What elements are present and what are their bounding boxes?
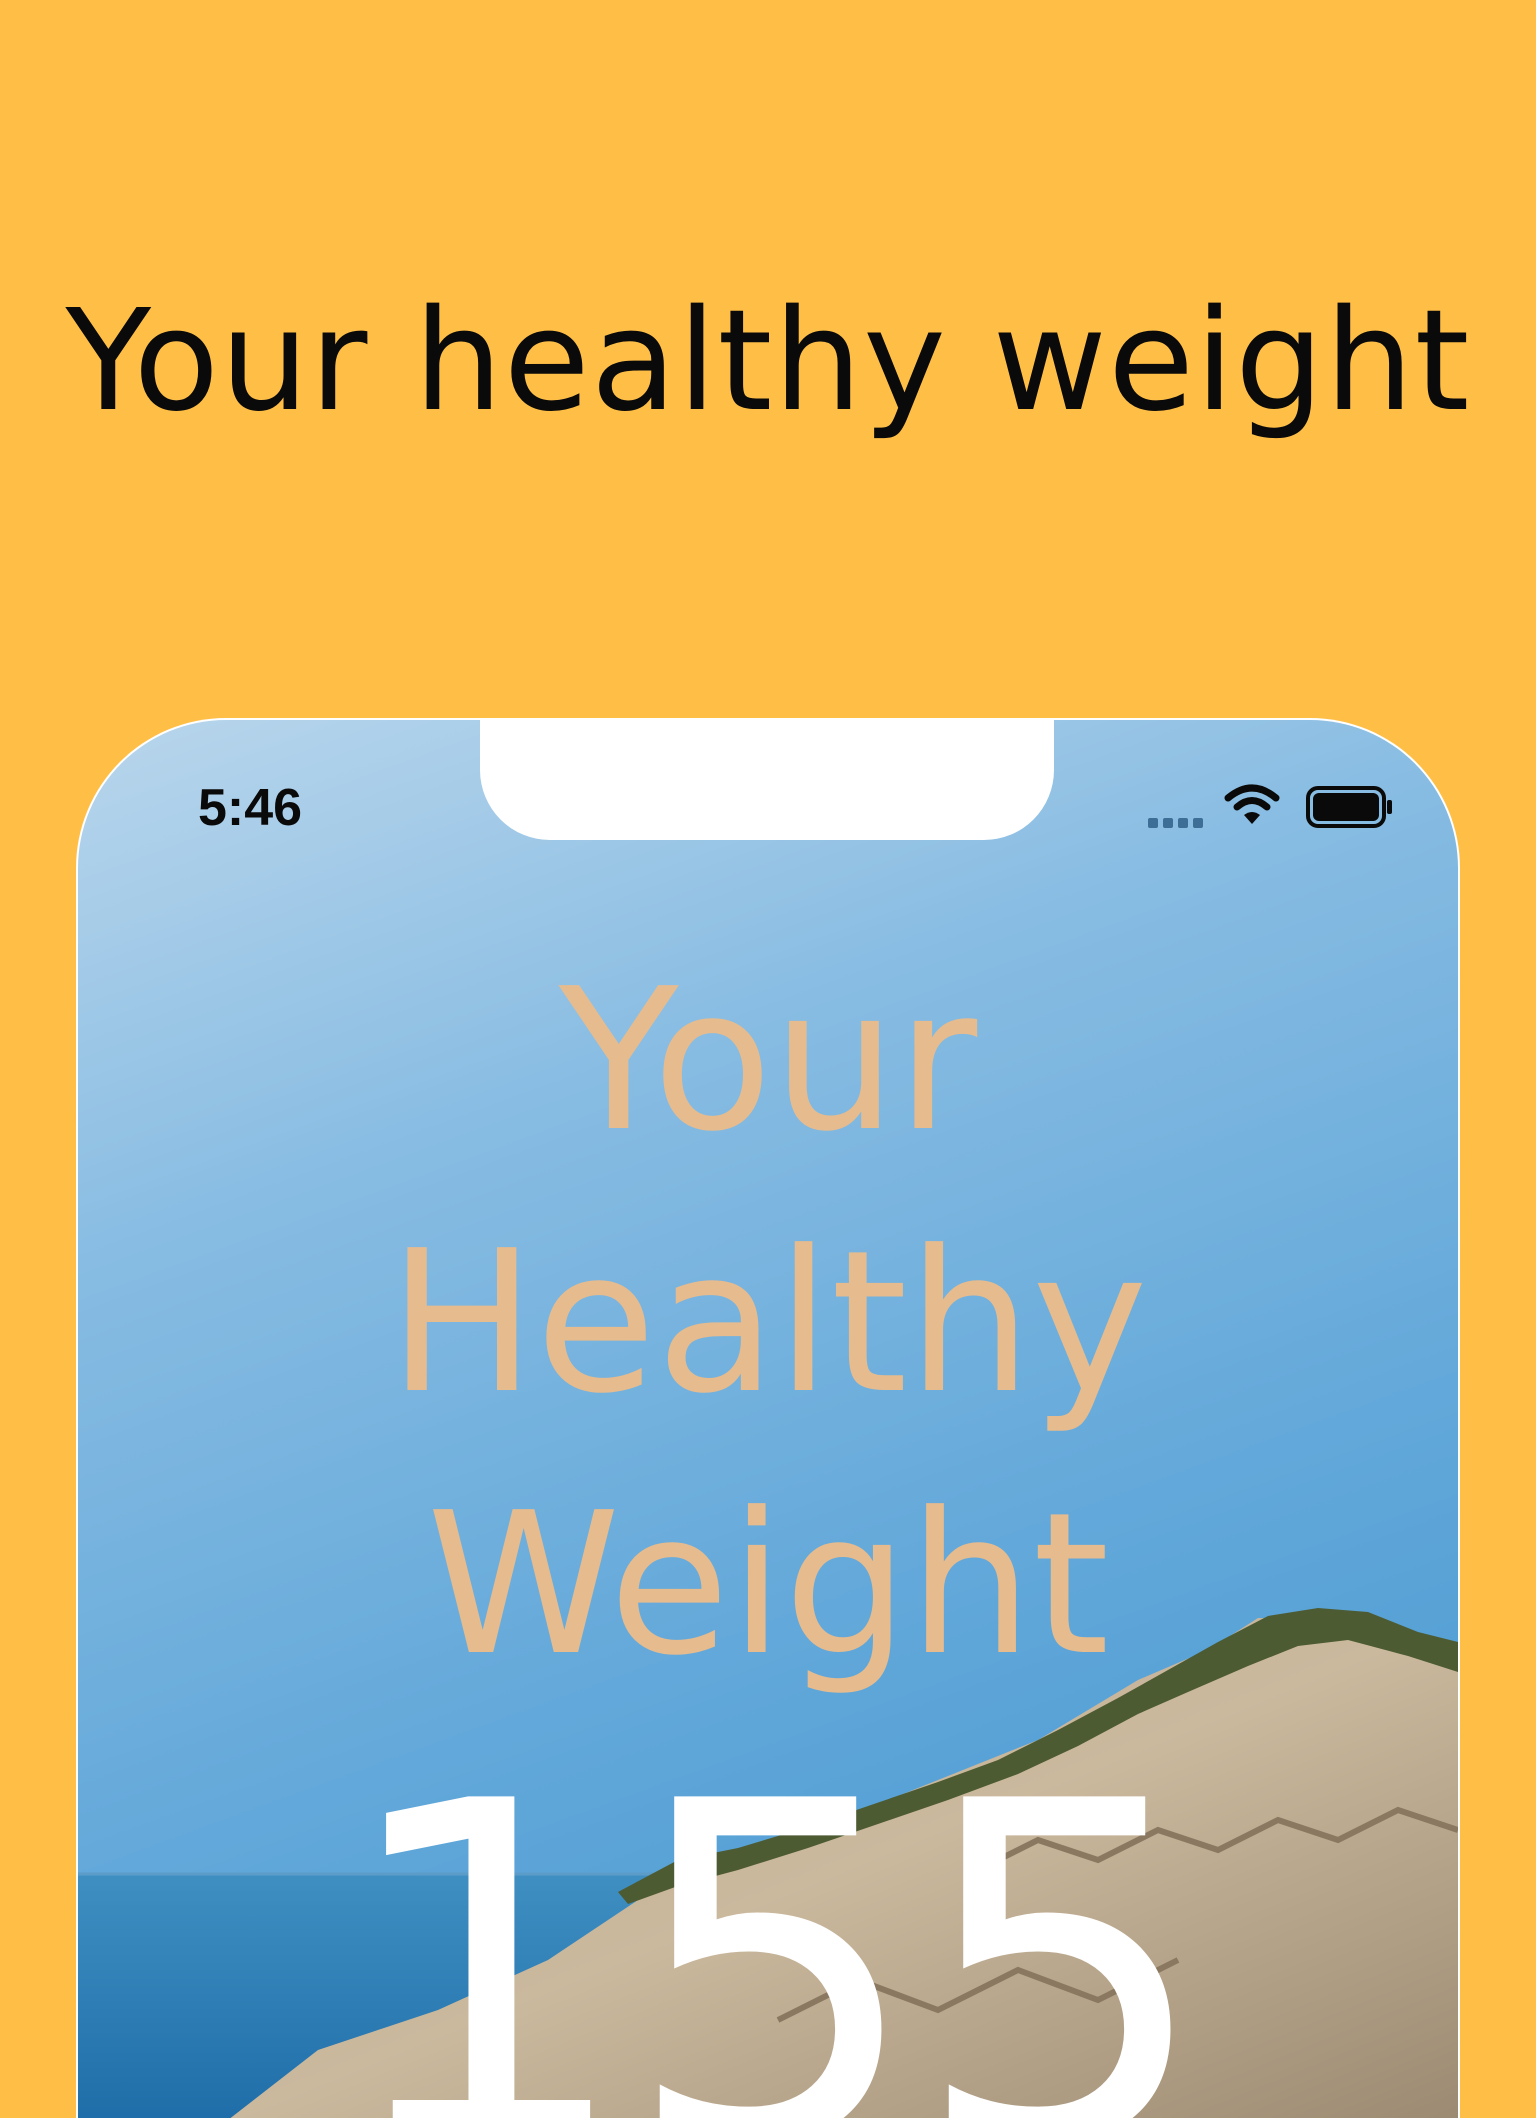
screen-title-line: Your	[558, 947, 978, 1175]
screen-title-line: Weight	[426, 1471, 1110, 1699]
phone-screen: 5:46 Your Healthy Weight 155	[78, 720, 1458, 2118]
phone-notch	[480, 720, 1054, 840]
signal-dots-icon	[1148, 818, 1203, 828]
phone-frame: 5:46 Your Healthy Weight 155	[76, 718, 1460, 2118]
wifi-icon	[1224, 784, 1280, 824]
screen-title: Your Healthy Weight	[78, 930, 1458, 1716]
promo-headline: Your healthy weight	[65, 280, 1471, 443]
screen-title-line: Healthy	[388, 1209, 1148, 1437]
weight-value: 155	[334, 1703, 1211, 2118]
battery-icon	[1306, 786, 1392, 828]
status-time: 5:46	[198, 779, 303, 837]
